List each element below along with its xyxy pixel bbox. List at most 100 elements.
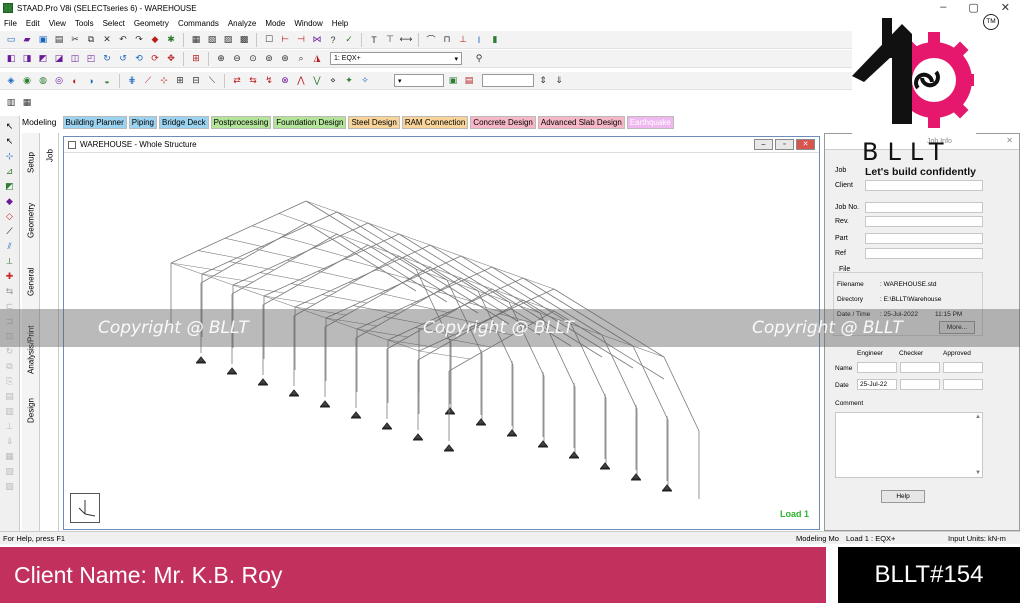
copy-tool-icon[interactable]: ⧉ bbox=[4, 360, 16, 372]
beams-cursor-icon[interactable]: ⊿ bbox=[4, 165, 16, 177]
frame-member[interactable] bbox=[259, 272, 306, 282]
rotate-z-icon[interactable]: ⟲ bbox=[132, 52, 146, 66]
rev-field[interactable] bbox=[865, 216, 983, 227]
support-node[interactable] bbox=[350, 411, 362, 419]
cursor-icon[interactable]: ↖ bbox=[4, 120, 16, 132]
report-tool-icon[interactable]: ▨ bbox=[4, 480, 16, 492]
query-icon[interactable]: ▤ bbox=[462, 74, 476, 88]
frame-member[interactable] bbox=[278, 213, 307, 224]
frame-member[interactable] bbox=[294, 244, 431, 308]
frame-member[interactable] bbox=[336, 233, 448, 303]
dimension-icon[interactable]: ⟷ bbox=[399, 33, 413, 47]
print-icon[interactable]: ▤ bbox=[52, 33, 66, 47]
approved-name-field[interactable] bbox=[943, 362, 983, 373]
support-node[interactable] bbox=[257, 378, 269, 386]
spin-icon[interactable]: ⟳ bbox=[148, 52, 162, 66]
select-all-icon[interactable]: ◑ bbox=[84, 74, 98, 88]
pointer-icon[interactable]: ↖ bbox=[4, 135, 16, 147]
rotate-y-icon[interactable]: ↺ bbox=[116, 52, 130, 66]
view-top-icon[interactable]: ◫ bbox=[68, 52, 82, 66]
mode-steel-design[interactable]: Steel Design bbox=[348, 115, 400, 129]
arch-icon[interactable]: ⌒ bbox=[424, 33, 438, 47]
parallel-cursor-icon[interactable]: ⫽ bbox=[4, 240, 16, 252]
ref-field[interactable] bbox=[865, 248, 983, 259]
frame-member[interactable] bbox=[293, 255, 400, 317]
mode-modeling[interactable]: Modeling bbox=[22, 117, 57, 127]
menu-help[interactable]: Help bbox=[332, 19, 348, 28]
frame-icon[interactable]: ⊓ bbox=[440, 33, 454, 47]
help-button[interactable]: Help bbox=[881, 490, 925, 503]
line-icon[interactable]: ⟍ bbox=[205, 74, 219, 88]
renumber-icon[interactable]: ✧ bbox=[358, 74, 372, 88]
apply-icon[interactable]: ⇓ bbox=[552, 74, 566, 88]
frame-member[interactable] bbox=[263, 233, 400, 297]
engineer-date-field[interactable]: 25-Jul-22 bbox=[857, 379, 897, 390]
section-wizard-icon[interactable]: ▦ bbox=[20, 95, 34, 109]
beam-tool-icon[interactable]: ⊢ bbox=[278, 33, 292, 47]
frame-member[interactable] bbox=[317, 270, 358, 281]
support-node[interactable] bbox=[443, 444, 455, 452]
frame-member[interactable] bbox=[290, 283, 337, 293]
node-tool-icon[interactable]: ⊣ bbox=[294, 33, 308, 47]
section-icon[interactable]: I bbox=[472, 33, 486, 47]
minimize-button[interactable]: – bbox=[940, 1, 946, 14]
menu-tools[interactable]: Tools bbox=[75, 19, 94, 28]
frame-member[interactable] bbox=[305, 222, 417, 292]
menu-commands[interactable]: Commands bbox=[178, 19, 219, 28]
mode-building-planner[interactable]: Building Planner bbox=[62, 115, 127, 129]
undo-icon[interactable]: ↶ bbox=[116, 33, 130, 47]
frame-member[interactable] bbox=[232, 222, 369, 286]
merge-icon[interactable]: ⋀ bbox=[294, 74, 308, 88]
view-left-icon[interactable]: ◩ bbox=[36, 52, 50, 66]
solids-cursor-icon[interactable]: ◆ bbox=[4, 195, 16, 207]
spinner-icon[interactable]: ⇕ bbox=[536, 74, 550, 88]
circular-repeat-icon[interactable]: ⊗ bbox=[278, 74, 292, 88]
new-file-icon[interactable]: ▭ bbox=[4, 33, 18, 47]
frame-member[interactable] bbox=[200, 222, 307, 284]
frame-member[interactable] bbox=[379, 292, 420, 303]
mode-concrete-design[interactable]: Concrete Design bbox=[470, 115, 536, 129]
support-node[interactable] bbox=[226, 367, 238, 375]
zoom-in-icon[interactable]: ⊕ bbox=[214, 52, 228, 66]
frame-member[interactable] bbox=[255, 248, 296, 259]
select-plates-icon[interactable]: ◉ bbox=[20, 74, 34, 88]
filter-select[interactable]: ▾ bbox=[394, 74, 444, 87]
frame-member[interactable] bbox=[170, 200, 307, 264]
mode-foundation-design[interactable]: Foundation Design bbox=[273, 115, 347, 129]
delete-icon[interactable]: ✕ bbox=[100, 33, 114, 47]
view-right-icon[interactable]: ◪ bbox=[52, 52, 66, 66]
mode-piping[interactable]: Piping bbox=[128, 115, 158, 129]
tab-job[interactable]: Job bbox=[41, 139, 59, 173]
view-iso-icon[interactable]: ◰ bbox=[84, 52, 98, 66]
scroll-down-icon[interactable]: ▼ bbox=[975, 470, 981, 476]
add-node-icon[interactable]: ⊹ bbox=[157, 74, 171, 88]
frame-member[interactable] bbox=[367, 244, 479, 314]
property-icon[interactable]: ▮ bbox=[488, 33, 502, 47]
menu-mode[interactable]: Mode bbox=[265, 19, 285, 28]
rotate-icon[interactable]: ↯ bbox=[262, 74, 276, 88]
frame-member[interactable] bbox=[321, 294, 368, 304]
support-node[interactable] bbox=[444, 407, 456, 415]
frame-member[interactable] bbox=[375, 269, 410, 280]
frame-member[interactable] bbox=[170, 262, 203, 275]
frame-member[interactable] bbox=[231, 233, 338, 295]
print-preview-icon[interactable]: ▦ bbox=[189, 33, 203, 47]
rotate-x-icon[interactable]: ↻ bbox=[100, 52, 114, 66]
member-tool-icon[interactable]: ⋈ bbox=[310, 33, 324, 47]
frame-member[interactable] bbox=[282, 236, 317, 247]
insert-node-icon[interactable]: ✦ bbox=[342, 74, 356, 88]
cut-icon[interactable]: ✂ bbox=[68, 33, 82, 47]
group-tool-icon[interactable]: ▧ bbox=[4, 465, 16, 477]
frame-member[interactable] bbox=[170, 262, 223, 272]
move-cursor-icon[interactable]: ⇆ bbox=[4, 285, 16, 297]
view-front-icon[interactable]: ◧ bbox=[4, 52, 18, 66]
spec-tool-icon[interactable]: ▥ bbox=[4, 405, 16, 417]
view-minimize-button[interactable]: – bbox=[754, 139, 773, 150]
select-surface-icon[interactable]: ◎ bbox=[52, 74, 66, 88]
translate-icon[interactable]: ⇄ bbox=[230, 74, 244, 88]
paste-tool-icon[interactable]: ⎘ bbox=[4, 375, 16, 387]
tool-icon[interactable]: ✱ bbox=[164, 33, 178, 47]
load-case-select[interactable]: 1: EQX+ ▾ bbox=[330, 52, 462, 65]
plate-icon[interactable]: ⊟ bbox=[189, 74, 203, 88]
checker-name-field[interactable] bbox=[900, 362, 940, 373]
